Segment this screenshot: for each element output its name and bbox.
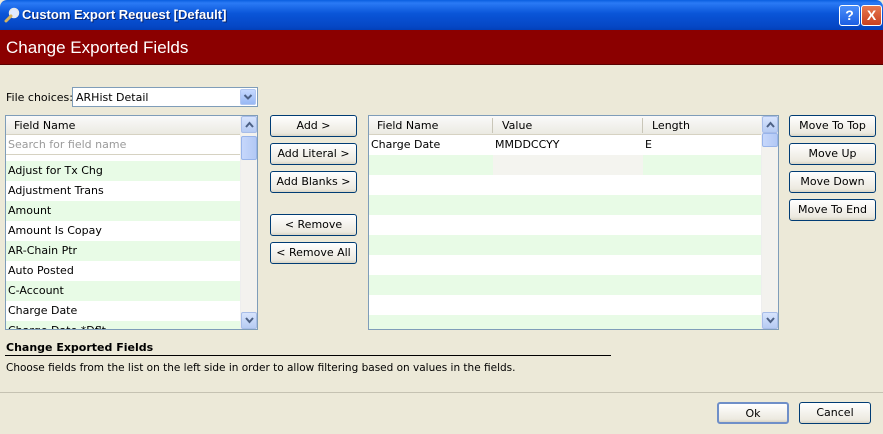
field-list-items: Adjust for Tx Chg Adjustment Trans Amoun… — [6, 161, 242, 329]
help-icon: ? — [845, 7, 854, 23]
table-row[interactable] — [369, 155, 762, 175]
divider — [0, 392, 883, 393]
add-button[interactable]: Add > — [270, 115, 357, 137]
length-column-header[interactable]: Length — [652, 119, 690, 132]
list-item[interactable]: AR-Chain Ptr — [6, 241, 242, 261]
cell-field-name[interactable]: Charge Date — [371, 138, 440, 151]
list-item[interactable]: Adjustment Trans — [6, 181, 242, 201]
left-list-scrollbar[interactable] — [240, 116, 257, 329]
add-blanks-button[interactable]: Add Blanks > — [270, 171, 357, 193]
list-item[interactable]: Charge Date *Dflt — [6, 321, 242, 329]
search-input[interactable]: Search for field name — [6, 135, 242, 155]
table-row[interactable] — [369, 195, 762, 215]
page-title: Change Exported Fields — [6, 38, 189, 57]
list-item[interactable]: C-Account — [6, 281, 242, 301]
move-up-button[interactable]: Move Up — [789, 143, 876, 165]
table-row[interactable] — [369, 235, 762, 255]
grid-scrollbar[interactable] — [761, 116, 778, 329]
description-text: Choose fields from the list on the left … — [6, 362, 516, 374]
table-row[interactable] — [369, 315, 762, 329]
scroll-thumb[interactable] — [241, 136, 257, 160]
value-column-header[interactable]: Value — [502, 119, 532, 132]
column-divider[interactable] — [492, 118, 493, 133]
scroll-thumb[interactable] — [762, 133, 778, 147]
list-item[interactable]: Amount — [6, 201, 242, 221]
table-row[interactable] — [369, 255, 762, 275]
available-fields-list[interactable]: Field Name Search for field name Adjust … — [5, 115, 258, 330]
move-to-end-button[interactable]: Move To End — [789, 199, 876, 221]
scroll-down-icon[interactable] — [762, 312, 778, 329]
table-row[interactable]: Charge Date MMDDCCYY E — [369, 135, 762, 155]
ok-button[interactable]: Ok — [717, 402, 789, 424]
cell-value[interactable]: MMDDCCYY — [495, 138, 560, 151]
list-item[interactable]: Adjust for Tx Chg — [6, 161, 242, 181]
exported-fields-grid[interactable]: Field Name Value Length Charge Date MMDD… — [368, 115, 779, 330]
move-to-top-button[interactable]: Move To Top — [789, 115, 876, 137]
field-name-column-header[interactable]: Field Name — [6, 116, 257, 135]
window-title: Custom Export Request [Default] — [22, 7, 227, 22]
grid-header: Field Name Value Length — [369, 116, 778, 135]
cell-length[interactable]: E — [645, 138, 652, 151]
remove-all-button[interactable]: < Remove All — [270, 242, 357, 264]
chevron-down-icon[interactable] — [240, 89, 256, 105]
divider — [5, 355, 611, 356]
table-row[interactable] — [369, 275, 762, 295]
list-item[interactable]: Charge Date — [6, 301, 242, 321]
empty-cell[interactable] — [493, 155, 643, 175]
page-header: Change Exported Fields — [0, 30, 883, 65]
column-label: Field Name — [14, 119, 76, 132]
close-button[interactable]: X — [861, 5, 882, 26]
description-title: Change Exported Fields — [6, 341, 154, 354]
scroll-down-icon[interactable] — [241, 312, 257, 329]
remove-button[interactable]: < Remove — [270, 214, 357, 236]
list-item[interactable]: Amount Is Copay — [6, 221, 242, 241]
grid-rows: Charge Date MMDDCCYY E — [369, 135, 762, 329]
scroll-up-icon[interactable] — [762, 116, 778, 133]
close-icon: X — [866, 7, 877, 23]
add-literal-button[interactable]: Add Literal > — [270, 143, 357, 165]
magnifier-icon — [4, 7, 20, 23]
table-row[interactable] — [369, 175, 762, 195]
move-down-button[interactable]: Move Down — [789, 171, 876, 193]
file-choices-value: ARHist Detail — [76, 91, 149, 104]
file-choices-select[interactable]: ARHist Detail — [72, 87, 258, 107]
list-item[interactable]: Auto Posted — [6, 261, 242, 281]
column-divider[interactable] — [642, 118, 643, 133]
field-name-column-header[interactable]: Field Name — [377, 119, 438, 132]
title-bar: Custom Export Request [Default] ? X — [0, 0, 883, 30]
help-button[interactable]: ? — [839, 5, 860, 26]
table-row[interactable] — [369, 215, 762, 235]
scroll-up-icon[interactable] — [241, 116, 257, 133]
table-row[interactable] — [369, 295, 762, 315]
cancel-button[interactable]: Cancel — [799, 402, 871, 424]
file-choices-label: File choices: — [6, 91, 73, 104]
